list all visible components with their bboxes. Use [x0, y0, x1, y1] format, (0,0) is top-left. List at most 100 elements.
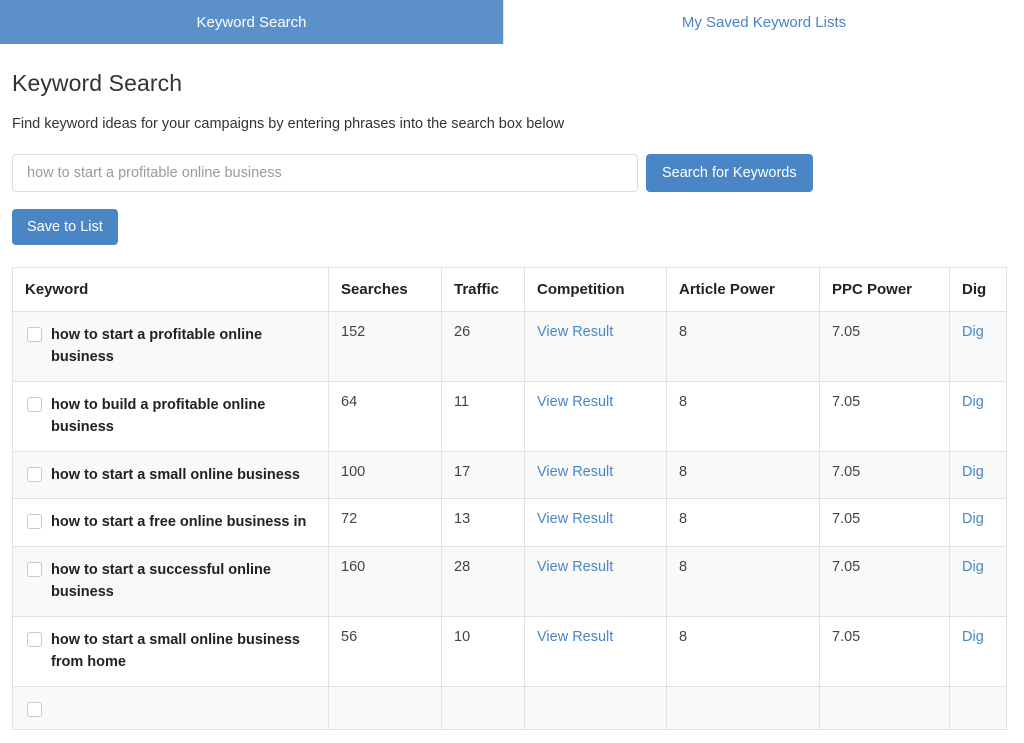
column-header-keyword[interactable]: Keyword [12, 267, 329, 312]
cell-keyword: how to start a profitable online busines… [12, 311, 329, 382]
cell-article-power: 8 [666, 311, 820, 382]
keyword-text: how to start a small online business fro… [51, 631, 300, 671]
cell-article-power: 8 [666, 450, 820, 500]
cell-searches: 152 [328, 311, 442, 382]
cell-dig [949, 685, 1007, 730]
cell-competition-link[interactable]: View Result [537, 629, 613, 645]
cell-dig-link[interactable]: Dig [962, 559, 984, 575]
cell-ppc-power: 7.05 [819, 545, 950, 617]
cell-article-power: 8 [666, 545, 820, 617]
cell-dig: Dig [949, 450, 1007, 500]
cell-dig: Dig [949, 545, 1007, 617]
tab-my-saved-keyword-lists[interactable]: My Saved Keyword Lists [503, 0, 1024, 44]
cell-competition-link[interactable]: View Result [537, 324, 613, 340]
cell-article-power [666, 685, 820, 730]
page-title: Keyword Search [12, 70, 183, 96]
table-row: how to start a profitable online busines… [12, 311, 1007, 382]
cell-dig-link[interactable]: Dig [962, 464, 984, 480]
table-row: how to build a profitable online busines… [12, 380, 1007, 452]
cell-traffic: 11 [441, 380, 525, 452]
cell-traffic: 10 [441, 615, 525, 687]
cell-keyword: how to start a small online business [12, 450, 329, 500]
cell-dig-link[interactable]: Dig [962, 511, 984, 527]
column-header-searches[interactable]: Searches [328, 267, 442, 312]
page-subtitle: Find keyword ideas for your campaigns by… [12, 116, 565, 132]
cell-dig: Dig [949, 380, 1007, 452]
cell-dig: Dig [949, 498, 1007, 547]
keyword-text: how to start a profitable online busines… [51, 327, 263, 366]
cell-competition-link[interactable]: View Result [537, 464, 613, 480]
row-select-checkbox[interactable] [27, 396, 42, 412]
column-header-traffic[interactable]: Traffic [441, 267, 525, 312]
cell-traffic: 26 [441, 311, 525, 382]
tab-my-saved-keyword-lists-label: My Saved Keyword Lists [681, 13, 847, 31]
cell-traffic: 28 [441, 545, 525, 617]
keyword-text: how to start a free online business in [51, 514, 307, 531]
column-header-competition[interactable]: Competition [524, 267, 667, 312]
row-select-checkbox[interactable] [27, 561, 42, 577]
cell-dig-link[interactable]: Dig [962, 629, 984, 645]
keyword-text: how to start a successful online busines… [51, 561, 271, 601]
table-row [12, 685, 1007, 730]
cell-competition: View Result [524, 450, 667, 500]
table-row: how to start a small online business fro… [12, 615, 1007, 687]
column-header-ppc-power[interactable]: PPC Power [819, 267, 950, 312]
cell-competition [524, 685, 667, 730]
cell-dig-link[interactable]: Dig [962, 394, 984, 410]
cell-competition: View Result [524, 545, 667, 617]
search-input[interactable] [12, 154, 638, 192]
cell-article-power: 8 [666, 615, 820, 687]
cell-competition-link[interactable]: View Result [537, 559, 613, 575]
keyword-text: how to build a profitable online busines… [51, 396, 266, 436]
cell-dig: Dig [949, 311, 1007, 382]
cell-ppc-power: 7.05 [819, 450, 950, 500]
cell-competition: View Result [524, 498, 667, 547]
row-select-checkbox[interactable] [27, 631, 42, 647]
keyword-text: how to start a small online business [51, 466, 300, 483]
table-row: how to start a small online business 100 1… [12, 450, 1007, 500]
row-select-checkbox[interactable] [27, 327, 42, 342]
cell-keyword: how to start a free online business in [12, 498, 329, 547]
row-select-checkbox[interactable] [27, 514, 42, 530]
cell-ppc-power: 7.05 [819, 615, 950, 687]
cell-traffic: 17 [441, 450, 525, 500]
search-for-keywords-button[interactable]: Search for Keywords [646, 154, 813, 192]
table-header: Keyword Searches Traffic Competition Art… [12, 267, 1007, 312]
tab-keyword-search-label: Keyword Search [196, 13, 307, 31]
keyword-results-table: Keyword Searches Traffic Competition Art… [12, 267, 1007, 730]
cell-keyword: how to start a small online business fro… [12, 615, 329, 687]
cell-ppc-power: 7.05 [819, 498, 950, 547]
cell-competition: View Result [524, 380, 667, 452]
cell-searches: 100 [328, 450, 442, 500]
column-header-article-power[interactable]: Article Power [666, 267, 820, 312]
tab-bar: Keyword Search My Saved Keyword Lists [0, 0, 1024, 44]
cell-competition-link[interactable]: View Result [537, 394, 613, 410]
cell-ppc-power [819, 685, 950, 730]
cell-dig-link[interactable]: Dig [962, 324, 984, 340]
keyword-results-table-wrap: Keyword Searches Traffic Competition Art… [12, 267, 1012, 730]
cell-article-power: 8 [666, 498, 820, 547]
cell-keyword: how to start a successful online busines… [12, 545, 329, 617]
cell-searches [328, 685, 442, 730]
column-header-dig[interactable]: Dig [949, 267, 1007, 312]
cell-keyword [12, 685, 329, 730]
cell-article-power: 8 [666, 380, 820, 452]
tab-keyword-search[interactable]: Keyword Search [0, 0, 503, 44]
search-row: Search for Keywords [12, 154, 1012, 192]
cell-competition-link[interactable]: View Result [537, 511, 613, 527]
cell-searches: 72 [328, 498, 442, 547]
row-select-checkbox[interactable] [27, 466, 42, 482]
cell-searches: 56 [328, 615, 442, 687]
save-to-list-button[interactable]: Save to List [12, 209, 118, 245]
cell-ppc-power: 7.05 [819, 380, 950, 452]
table-header-row: Keyword Searches Traffic Competition Art… [12, 267, 1007, 312]
row-select-checkbox[interactable] [27, 701, 42, 717]
cell-ppc-power: 7.05 [819, 311, 950, 382]
cell-traffic [441, 685, 525, 730]
page-content: Keyword Search Find keyword ideas for yo… [0, 70, 1024, 730]
cell-searches: 160 [328, 545, 442, 617]
cell-searches: 64 [328, 380, 442, 452]
table-row: how to start a successful online busines… [12, 545, 1007, 617]
cell-keyword: how to build a profitable online busines… [12, 380, 329, 452]
cell-competition: View Result [524, 311, 667, 382]
